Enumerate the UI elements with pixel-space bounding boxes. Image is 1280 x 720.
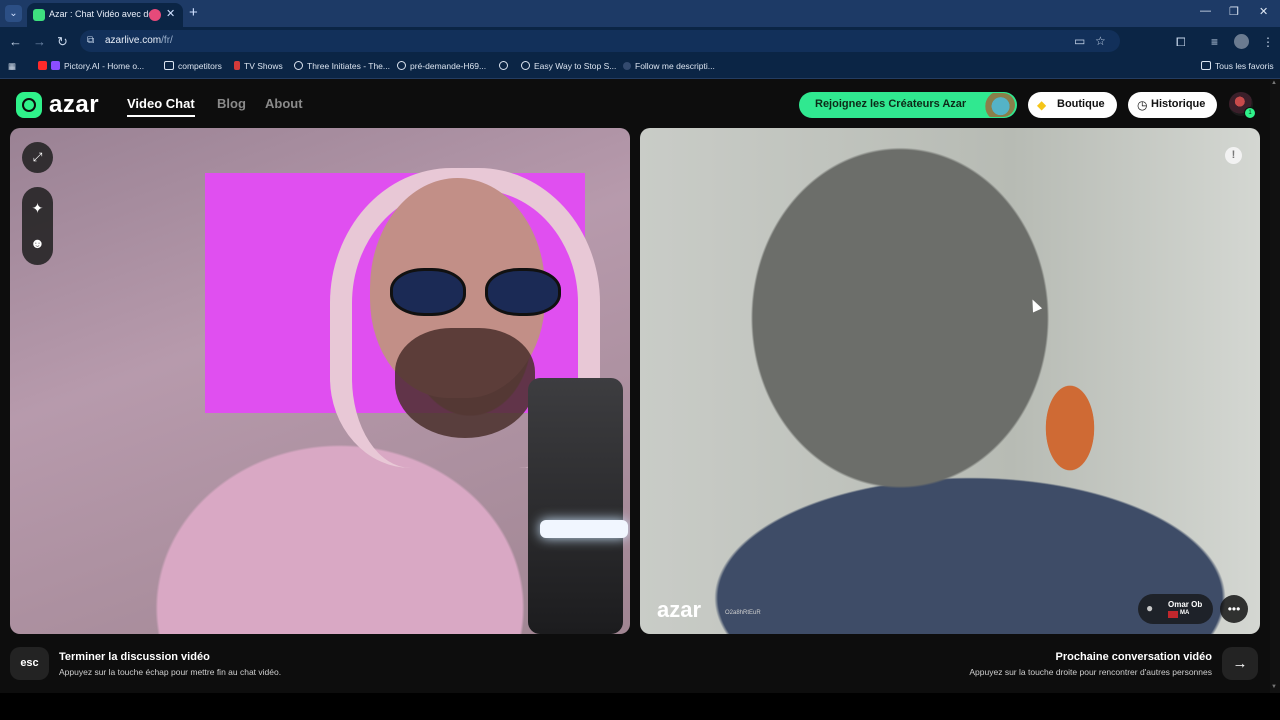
remote-watermark: azar [657,597,702,622]
reload-icon[interactable]: ↻ [57,34,68,50]
lens-left [390,268,466,316]
history-label: Historique [1151,98,1206,110]
nav-blog[interactable]: Blog [217,96,246,111]
bookmark-competitors[interactable]: competitors [164,61,222,71]
page-scrollbar[interactable] [1270,79,1280,693]
new-tab-icon[interactable]: + [189,4,198,21]
youtube-icon [38,61,47,70]
taskbar-strip [0,693,1280,720]
fullscreen-toggle-icon[interactable]: ⤢ [22,142,53,173]
bookmark-pre-demande[interactable]: pré-demande-H69... [397,61,486,71]
tab-search-icon[interactable]: ⌄ [5,5,22,22]
all-bookmarks[interactable]: Tous les favoris [1201,61,1274,71]
bookmark-star-icon[interactable]: ☆ [1095,34,1106,48]
nav-active-indicator [127,115,195,117]
url-text[interactable]: azarlive.com/fr/ [105,35,173,46]
media-control-icon[interactable]: ≡ [1211,35,1218,49]
lens-right [485,268,561,316]
azar-site: azar Video Chat Blog About Rejoignez les… [0,79,1280,693]
scroll-up-icon[interactable]: ▲ [1271,80,1277,86]
globe-icon [294,61,303,70]
globe-icon [623,62,631,70]
browser-menu-icon[interactable]: ⋮ [1262,35,1274,49]
avatar-badge: 1 [1244,107,1256,119]
sticker-face-icon[interactable]: ☻ [22,228,53,259]
local-video [10,128,630,634]
sunglasses [390,268,570,316]
forward-icon[interactable]: → [33,34,46,49]
chat-bubble-icon[interactable]: ••• [1220,595,1248,623]
globe-icon [499,61,508,70]
bookmark-three-initiates[interactable]: Three Initiates - The... [294,61,390,71]
scroll-down-icon[interactable]: ▼ [1271,684,1277,690]
browser-profile-icon[interactable] [1234,34,1249,49]
nav-video-chat[interactable]: Video Chat [127,96,195,111]
person-icon: ● [1146,601,1154,615]
bookmark-easy-way[interactable]: Easy Way to Stop S... [521,61,616,71]
join-creators-label: Rejoignez les Créateurs Azar [815,98,967,110]
effects-sparkle-icon[interactable]: ✦ [22,193,53,224]
local-video-toolbar: ✦ ☻ [22,187,53,265]
extensions-icon[interactable]: ⧠ [1176,35,1186,50]
nav-about[interactable]: About [265,96,303,111]
folder-icon [1201,61,1211,70]
folder-icon [164,61,174,70]
browser-tab-bar: ⌄ Azar : Chat Vidéo avec de n ✕ + — ❐ ✕ [0,0,1280,27]
bookmarks-bar: ▦ Pictory.AI - Home o... competitors TV … [0,56,1280,79]
report-icon[interactable]: ! [1225,147,1242,164]
close-window-icon[interactable]: ✕ [1259,5,1268,18]
address-bar-row: ← → ↻ ⧉ azarlive.com/fr/ ▭ ☆ ⧠ ≡ ⋮ [0,27,1280,56]
azar-favicon-icon [33,9,45,21]
shop-button[interactable]: ◆ Boutique [1028,92,1117,118]
bookmark-follow-me[interactable]: Follow me descripti... [623,61,715,71]
end-chat-hint: Appuyez sur la touche échap pour mettre … [59,667,282,677]
tab-title: Azar : Chat Vidéo avec de n [49,9,151,19]
creators-sticker-icon [979,93,1015,117]
bookmark-tv-shows[interactable]: TV Shows [234,61,283,71]
join-creators-button[interactable]: Rejoignez les Créateurs Azar [799,92,1017,118]
bookmark-pictory[interactable]: Pictory.AI - Home o... [38,61,144,71]
bookmark-unnamed[interactable] [499,61,512,71]
shop-label: Boutique [1057,98,1105,110]
local-video-person-beard [395,328,535,438]
back-icon[interactable]: ← [9,34,22,49]
site-info-icon[interactable]: ⧉ [87,35,94,46]
azar-logo-icon[interactable] [16,92,42,118]
history-button[interactable]: ◷ Historique [1128,92,1217,118]
remote-video [640,128,1260,634]
azar-logo-text[interactable]: azar [49,91,99,119]
globe-icon [521,61,530,70]
next-chat-arrow-icon[interactable]: → [1222,647,1258,680]
close-tab-icon[interactable]: ✕ [166,7,175,20]
restore-icon[interactable]: ❐ [1229,5,1239,18]
next-chat-hint: Appuyez sur la touche droite pour rencon… [969,667,1212,677]
microphone-light-ring [540,520,628,538]
peer-info-card[interactable]: ● Omar Ob MA [1138,594,1213,624]
bookmark-icon [234,61,240,70]
end-chat-key[interactable]: esc [10,647,49,680]
end-chat-title: Terminer la discussion vidéo [59,651,210,663]
clock-icon: ◷ [1137,98,1148,112]
pictory-icon [51,61,60,70]
apps-grid-icon[interactable]: ▦ [8,61,16,72]
peer-country: MA [1180,610,1190,616]
peer-name: Omar Ob [1168,600,1203,609]
cast-icon[interactable]: ▭ [1074,34,1085,48]
diamond-icon: ◆ [1037,98,1047,112]
browser-tab[interactable]: Azar : Chat Vidéo avec de n ✕ [27,3,183,27]
minimize-icon[interactable]: — [1200,5,1211,17]
next-chat-title: Prochaine conversation vidéo [1055,651,1213,663]
omnibox[interactable]: ⧉ azarlive.com/fr/ ▭ ☆ [80,30,1120,52]
globe-icon [397,61,406,70]
recording-indicator-icon[interactable] [149,9,161,21]
microphone [528,378,623,634]
morocco-flag-icon [1168,611,1178,618]
remote-watermark-id: O2a8hRtEuR [725,610,761,616]
